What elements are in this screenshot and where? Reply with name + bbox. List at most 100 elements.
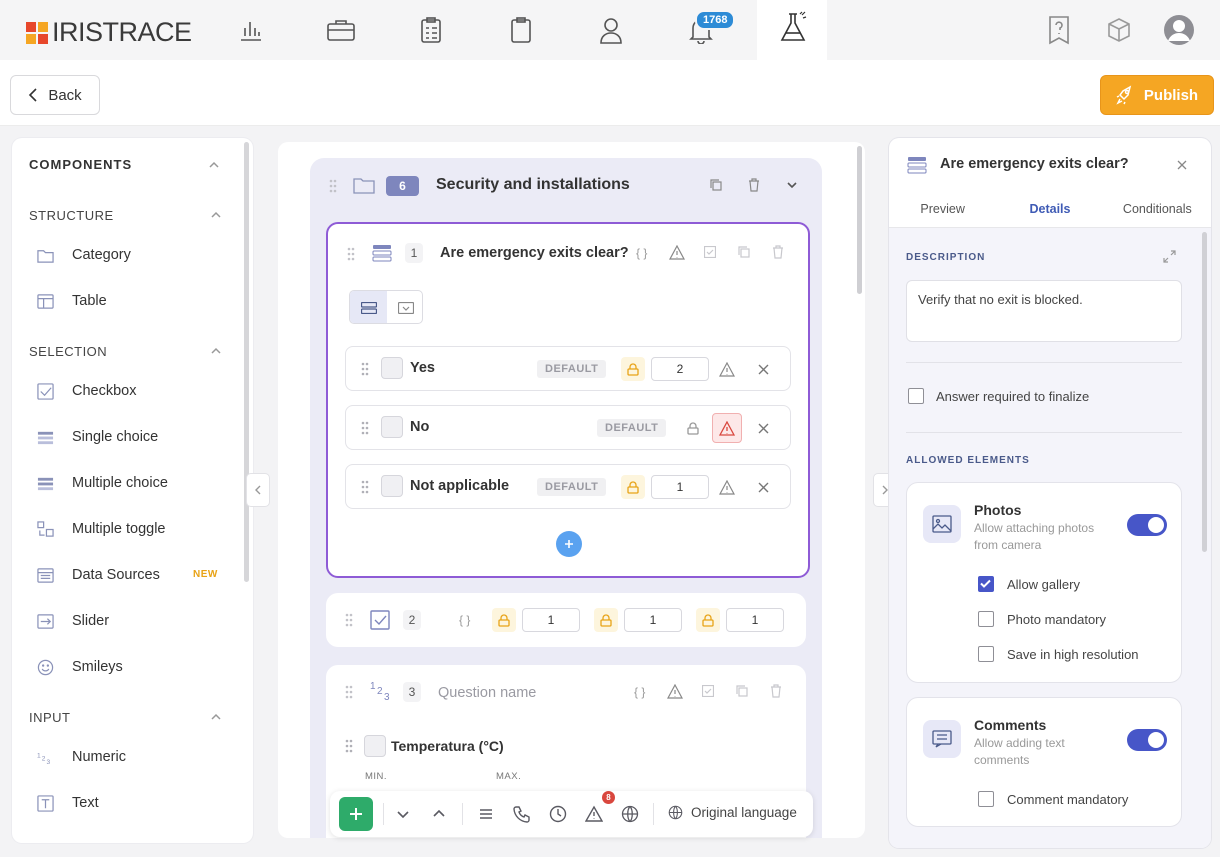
drag-handle-icon[interactable] — [329, 179, 337, 193]
warning-icon[interactable] — [585, 805, 603, 823]
question-name-input[interactable]: Question name — [438, 685, 536, 701]
question-title[interactable]: Are emergency exits clear? — [440, 245, 629, 261]
avatar[interactable] — [1163, 14, 1195, 46]
user-icon[interactable] — [595, 14, 627, 46]
numeric-sub-label[interactable]: Temperatura (°C) — [391, 738, 504, 754]
variable-braces-icon[interactable]: { } — [459, 613, 470, 627]
chevron-up-icon[interactable] — [210, 345, 222, 357]
component-numeric[interactable]: 123 Numeric — [37, 745, 126, 769]
drag-handle-icon[interactable] — [361, 362, 369, 376]
close-icon[interactable] — [758, 364, 769, 375]
clipboard-icon[interactable] — [505, 14, 537, 46]
drag-handle-icon[interactable] — [345, 613, 353, 627]
close-icon[interactable] — [1177, 160, 1187, 170]
briefcase-icon[interactable] — [325, 14, 357, 46]
default-tag[interactable]: DEFAULT — [537, 360, 607, 378]
dropdown-mode-button[interactable] — [387, 291, 422, 323]
component-checkbox[interactable]: Checkbox — [37, 379, 136, 403]
drag-handle-icon[interactable] — [361, 480, 369, 494]
tab-details[interactable]: Details — [996, 190, 1103, 227]
answer-option[interactable]: Not applicable DEFAULT 1 — [345, 464, 791, 509]
trash-icon[interactable] — [772, 245, 784, 259]
trash-icon[interactable] — [748, 178, 760, 192]
warning-icon[interactable] — [712, 413, 742, 443]
tab-conditionals[interactable]: Conditionals — [1104, 190, 1211, 227]
globe-icon[interactable] — [621, 805, 639, 823]
photos-toggle[interactable] — [1127, 514, 1167, 536]
publish-button[interactable]: Publish — [1100, 75, 1214, 115]
option-color-box[interactable] — [381, 416, 403, 438]
drag-handle-icon[interactable] — [345, 739, 353, 753]
warning-icon[interactable] — [712, 472, 742, 502]
high-resolution-row[interactable]: Save in high resolution — [978, 646, 1139, 662]
close-icon[interactable] — [758, 482, 769, 493]
component-multiple-choice[interactable]: Multiple choice — [37, 471, 168, 495]
option-label[interactable]: Yes — [410, 360, 435, 376]
option-label[interactable]: No — [410, 419, 429, 435]
drag-handle-icon[interactable] — [347, 247, 355, 261]
photo-mandatory-checkbox[interactable] — [978, 611, 994, 627]
language-selector[interactable]: Original language — [668, 805, 797, 820]
answer-option[interactable]: No DEFAULT — [345, 405, 791, 450]
variable-braces-icon[interactable]: { } — [636, 246, 647, 260]
canvas-scrollbar[interactable] — [857, 146, 862, 294]
drag-handle-icon[interactable] — [361, 421, 369, 435]
score-input[interactable]: 1 — [651, 475, 709, 499]
app-logo[interactable]: IRISTRACE — [26, 17, 192, 48]
add-question-button[interactable] — [339, 797, 373, 831]
clock-icon[interactable] — [549, 805, 567, 823]
analytics-icon[interactable] — [235, 14, 267, 46]
score-input[interactable]: 1 — [726, 608, 784, 632]
question-card-selected[interactable]: 1 Are emergency exits clear? { } Yes DEF… — [326, 222, 810, 578]
allow-gallery-row[interactable]: Allow gallery — [978, 576, 1080, 592]
comments-toggle[interactable] — [1127, 729, 1167, 751]
checklist-icon[interactable] — [415, 14, 447, 46]
help-doc-icon[interactable] — [1043, 14, 1075, 46]
score-input[interactable]: 1 — [624, 608, 682, 632]
components-scrollbar[interactable] — [244, 142, 249, 582]
chevron-down-icon[interactable] — [786, 180, 798, 190]
lock-icon[interactable] — [621, 357, 645, 381]
answer-option[interactable]: Yes DEFAULT 2 — [345, 346, 791, 391]
component-text[interactable]: Text — [37, 791, 99, 815]
package-icon[interactable] — [1103, 14, 1135, 46]
warning-icon[interactable] — [669, 245, 685, 260]
score-input[interactable]: 1 — [522, 608, 580, 632]
component-slider[interactable]: Slider — [37, 609, 109, 633]
collapse-left-button[interactable] — [246, 473, 270, 507]
component-data-sources[interactable]: Data Sources — [37, 563, 160, 587]
high-resolution-checkbox[interactable] — [978, 646, 994, 662]
phone-icon[interactable] — [513, 805, 531, 823]
component-multiple-toggle[interactable]: Multiple toggle — [37, 517, 166, 541]
lab-tab-active[interactable] — [757, 0, 827, 60]
allow-gallery-checkbox[interactable] — [978, 576, 994, 592]
lock-icon[interactable] — [621, 475, 645, 499]
checkbox-icon[interactable] — [702, 685, 714, 697]
checkbox-icon[interactable] — [704, 246, 716, 258]
component-table[interactable]: Table — [37, 289, 107, 313]
default-tag[interactable]: DEFAULT — [537, 478, 607, 496]
list-mode-button[interactable] — [350, 291, 387, 323]
tab-preview[interactable]: Preview — [889, 190, 996, 227]
chevron-up-icon[interactable] — [210, 711, 222, 723]
comment-mandatory-checkbox[interactable] — [978, 791, 994, 807]
default-tag[interactable]: DEFAULT — [597, 419, 667, 437]
lock-icon[interactable] — [696, 608, 720, 632]
close-icon[interactable] — [758, 423, 769, 434]
variable-braces-icon[interactable]: { } — [634, 685, 645, 699]
duplicate-icon[interactable] — [710, 179, 722, 191]
lock-icon[interactable] — [594, 608, 618, 632]
score-input[interactable]: 2 — [651, 357, 709, 381]
category-title[interactable]: Security and installations — [436, 176, 630, 194]
required-checkbox-row[interactable]: Answer required to finalize — [908, 388, 1089, 404]
option-color-box[interactable] — [381, 357, 403, 379]
chevron-down-icon[interactable] — [394, 805, 412, 823]
question-card[interactable]: 2 { } 1 1 1 — [326, 593, 806, 647]
warning-icon[interactable] — [712, 354, 742, 384]
chevron-up-icon[interactable] — [210, 209, 222, 221]
required-checkbox[interactable] — [908, 388, 924, 404]
description-field[interactable]: Verify that no exit is blocked. — [906, 280, 1182, 342]
chevron-up-icon[interactable] — [208, 159, 220, 171]
duplicate-icon[interactable] — [738, 246, 750, 258]
back-button[interactable]: Back — [10, 75, 100, 115]
